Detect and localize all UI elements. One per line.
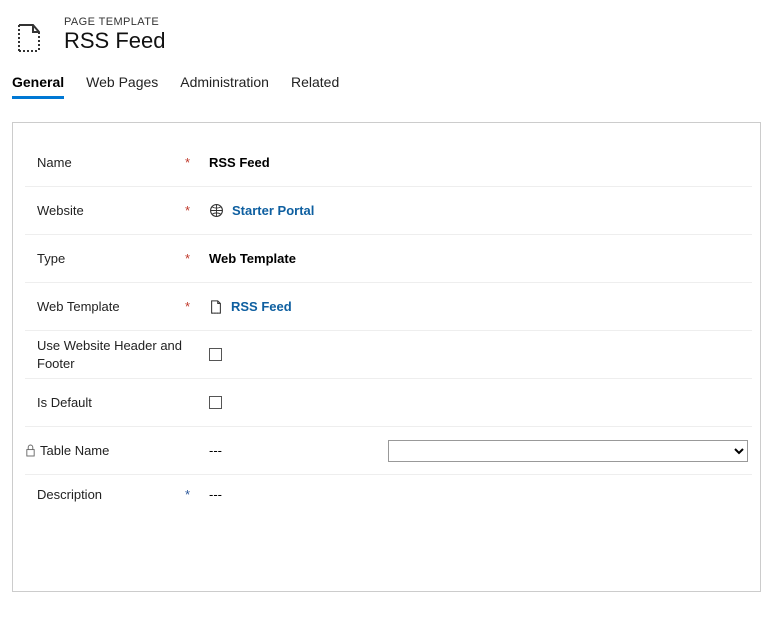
tab-general-content: Name * RSS Feed Website * Starter Portal… — [12, 122, 761, 592]
required-indicator: * — [185, 203, 190, 218]
page-template-icon — [12, 20, 48, 56]
field-use-header-footer: Use Website Header and Footer — [25, 331, 752, 379]
value-name[interactable]: RSS Feed — [201, 155, 752, 170]
value-description[interactable]: --- — [201, 487, 752, 502]
label-use-header-footer: Use Website Header and Footer — [25, 337, 185, 372]
field-description: Description * --- — [25, 475, 752, 531]
value-type[interactable]: Web Template — [201, 251, 752, 266]
table-name-dropdown[interactable] — [388, 440, 748, 462]
label-description: Description — [25, 487, 185, 502]
lock-icon — [25, 444, 37, 457]
field-type: Type * Web Template — [25, 235, 752, 283]
required-indicator: * — [185, 299, 190, 314]
checkbox-use-header-footer[interactable] — [209, 348, 222, 361]
field-table-name: Table Name --- — [25, 427, 752, 475]
header-text: PAGE TEMPLATE RSS Feed — [64, 16, 166, 54]
label-table-name: Table Name — [37, 443, 185, 458]
tab-web-pages[interactable]: Web Pages — [86, 74, 158, 99]
field-is-default: Is Default — [25, 379, 752, 427]
tab-general[interactable]: General — [12, 74, 64, 99]
page-title: RSS Feed — [64, 28, 166, 54]
label-type: Type — [25, 251, 185, 266]
web-template-lookup-link[interactable]: RSS Feed — [231, 299, 292, 314]
form-header: PAGE TEMPLATE RSS Feed — [0, 0, 773, 74]
website-lookup-link[interactable]: Starter Portal — [232, 203, 314, 218]
required-indicator: * — [185, 155, 190, 170]
globe-icon — [209, 203, 224, 218]
value-table-name: --- — [209, 443, 222, 458]
tab-strip: General Web Pages Administration Related — [0, 74, 773, 100]
required-indicator: * — [185, 251, 190, 266]
document-icon — [209, 300, 223, 314]
field-website: Website * Starter Portal — [25, 187, 752, 235]
field-web-template: Web Template * RSS Feed — [25, 283, 752, 331]
label-website: Website — [25, 203, 185, 218]
checkbox-is-default[interactable] — [209, 396, 222, 409]
entity-label: PAGE TEMPLATE — [64, 16, 166, 28]
recommended-indicator: * — [185, 487, 190, 502]
tab-related[interactable]: Related — [291, 74, 339, 99]
label-name: Name — [25, 155, 185, 170]
tab-administration[interactable]: Administration — [180, 74, 269, 99]
field-name: Name * RSS Feed — [25, 139, 752, 187]
label-web-template: Web Template — [25, 299, 185, 314]
label-is-default: Is Default — [25, 395, 185, 410]
